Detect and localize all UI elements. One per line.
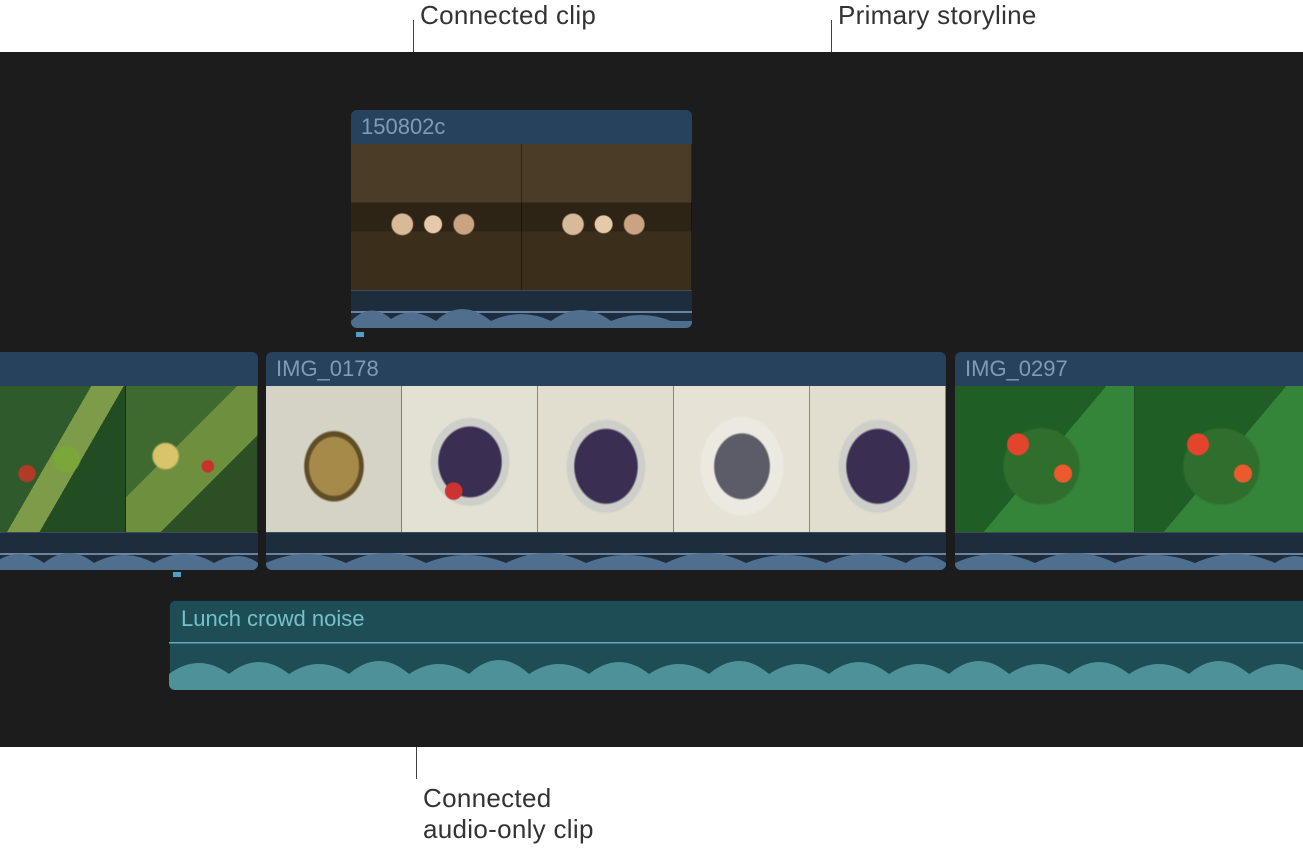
clip-audio-lane[interactable]	[266, 532, 946, 570]
primary-clip-left[interactable]	[0, 352, 258, 570]
clip-thumbnail	[266, 386, 402, 532]
clip-thumbnail	[810, 386, 946, 532]
clip-title: IMG_0178	[266, 352, 946, 386]
timeline-canvas[interactable]: 150802c IMG_0178	[0, 52, 1303, 747]
clip-title: Lunch crowd noise	[169, 600, 1303, 634]
connected-audio-clip[interactable]: Lunch crowd noise	[169, 600, 1303, 690]
clip-thumbnail	[126, 386, 258, 532]
clip-title: IMG_0297	[955, 352, 1303, 386]
waveform-icon	[955, 533, 1303, 570]
clip-thumbnail	[538, 386, 674, 532]
callout-connected-clip: Connected clip	[420, 0, 596, 31]
clip-thumbnail	[955, 386, 1135, 532]
clip-audio-lane[interactable]	[0, 532, 258, 570]
waveform-icon	[266, 533, 946, 570]
callout-primary-storyline: Primary storyline	[838, 0, 1037, 31]
waveform-icon	[169, 634, 1303, 690]
clip-connection-indicator	[173, 572, 181, 577]
callout-connected-audio: Connected audio-only clip	[423, 783, 594, 845]
callout-text: Connected clip	[420, 0, 596, 30]
clip-title	[0, 352, 258, 386]
clip-connection-indicator	[356, 332, 364, 337]
primary-clip-middle[interactable]: IMG_0178	[266, 352, 946, 570]
waveform-icon	[351, 291, 692, 328]
connected-video-clip[interactable]: 150802c	[351, 110, 692, 328]
callout-text: Primary storyline	[838, 0, 1037, 30]
clip-title: 150802c	[351, 110, 692, 144]
clip-thumbnail	[351, 144, 522, 290]
clip-audio-lane[interactable]	[955, 532, 1303, 570]
clip-audio-lane[interactable]	[351, 290, 692, 328]
clip-thumbnail	[522, 144, 693, 290]
clip-thumbnail	[402, 386, 538, 532]
callout-text-line1: Connected	[423, 783, 551, 813]
primary-clip-right[interactable]: IMG_0297	[955, 352, 1303, 570]
clip-thumbnail	[674, 386, 810, 532]
clip-thumbnail	[0, 386, 126, 532]
callout-text-line2: audio-only clip	[423, 814, 594, 844]
waveform-icon	[0, 533, 258, 570]
clip-thumbnail	[1135, 386, 1303, 532]
